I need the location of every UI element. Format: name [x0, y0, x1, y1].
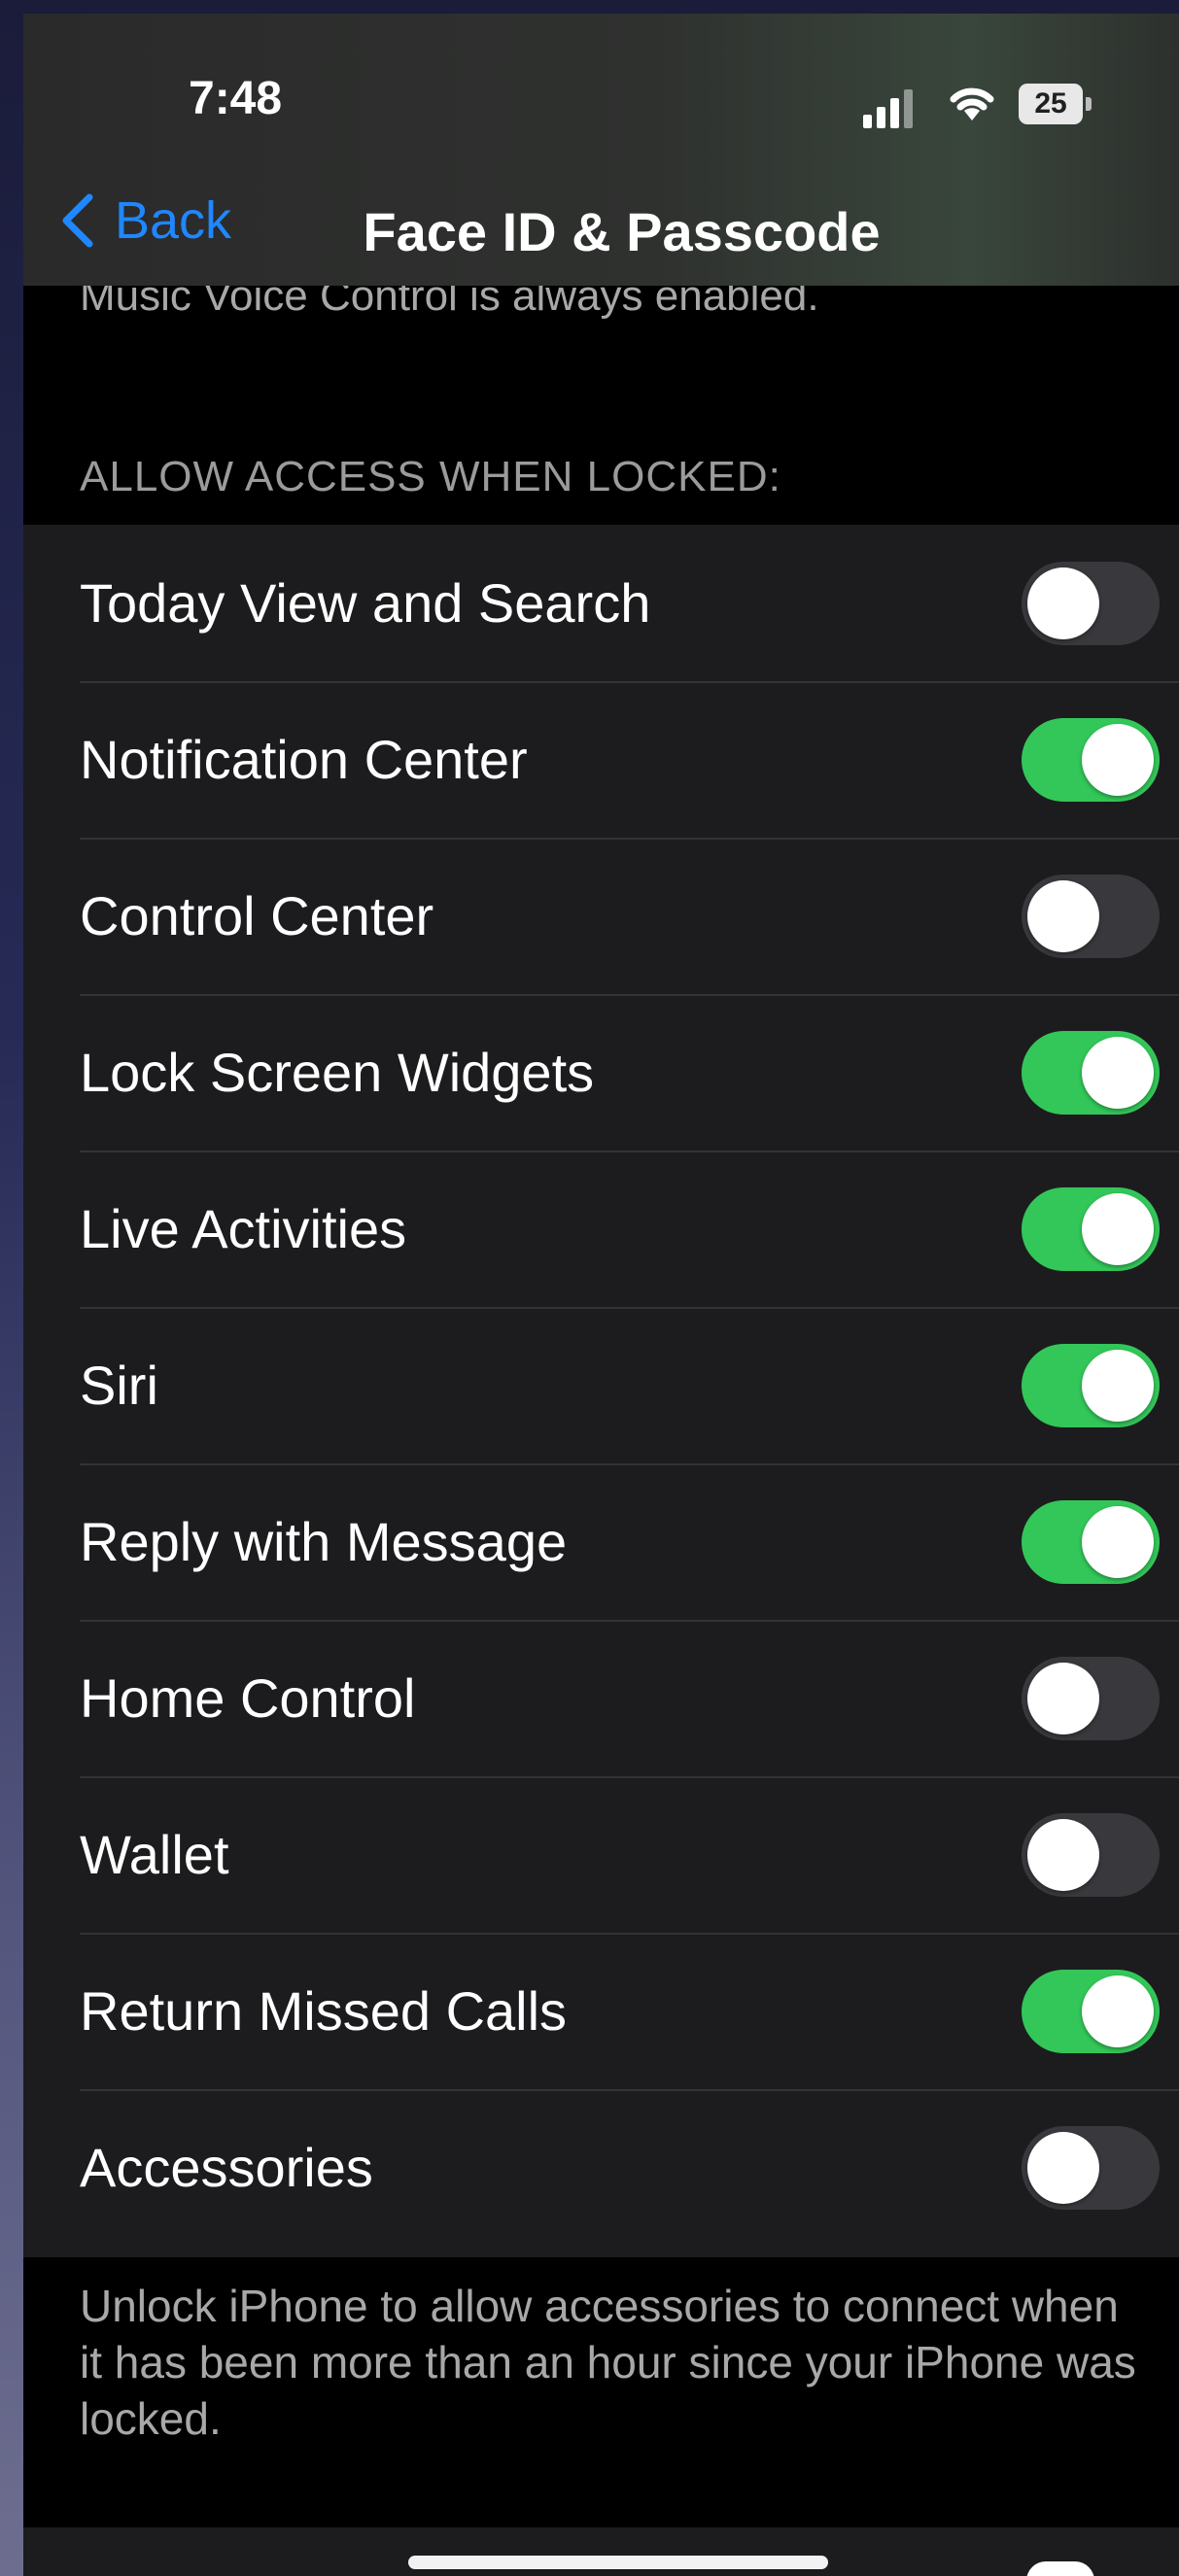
toggle-switch[interactable] — [1022, 1656, 1160, 1740]
settings-row: Control Center — [23, 838, 1179, 994]
toggle-knob — [1027, 1662, 1099, 1735]
toggle-knob — [1082, 1975, 1154, 2047]
home-indicator[interactable] — [408, 2556, 828, 2569]
settings-row-label: Live Activities — [80, 1198, 407, 1259]
toggle-switch[interactable] — [1022, 1969, 1160, 2053]
screen: 7:48 25 Back Face ID & Passcode Music Vo… — [23, 14, 1179, 2576]
toggle-knob — [1082, 1349, 1154, 1422]
battery-level: 25 — [1034, 87, 1067, 120]
navigation-bar: 7:48 25 Back Face ID & Passcode — [23, 14, 1179, 286]
settings-row: Today View and Search — [23, 525, 1179, 681]
settings-row: Accessories — [23, 2089, 1179, 2246]
settings-row-label: Wallet — [80, 1824, 229, 1885]
settings-row-label: Return Missed Calls — [80, 1980, 568, 2042]
status-time: 7:48 — [189, 73, 283, 124]
toggle-knob — [1082, 1192, 1154, 1265]
toggle-switch[interactable] — [1022, 561, 1160, 645]
settings-row: Wallet — [23, 1776, 1179, 1933]
battery-icon: 25 — [1019, 84, 1094, 126]
settings-row-label: Home Control — [80, 1667, 416, 1729]
toggle-knob — [1082, 1036, 1154, 1109]
settings-row-label: Reply with Message — [80, 1511, 568, 1572]
toggle-knob — [1082, 723, 1154, 796]
toggle-switch[interactable] — [1022, 1812, 1160, 1897]
settings-row: Home Control — [23, 1620, 1179, 1776]
settings-row-label: Accessories — [80, 2137, 373, 2198]
toggle-switch[interactable] — [1022, 2125, 1160, 2210]
accessories-footer-note: Unlock iPhone to allow accessories to co… — [80, 2281, 1136, 2444]
settings-row-label: Control Center — [80, 885, 434, 946]
toggle-switch[interactable] — [1022, 874, 1160, 958]
toggle-switch[interactable] — [1022, 717, 1160, 802]
settings-row-label: Lock Screen Widgets — [80, 1042, 595, 1103]
settings-row-label: Today View and Search — [80, 572, 651, 634]
toggle-knob — [1027, 567, 1099, 639]
settings-row: Live Activities — [23, 1151, 1179, 1307]
toggle-switch[interactable] — [1022, 1343, 1160, 1427]
toggle-knob — [1027, 879, 1099, 952]
toggle-switch[interactable] — [1022, 1499, 1160, 1584]
wifi-icon — [950, 87, 994, 120]
page-title: Face ID & Passcode — [363, 201, 881, 262]
section-header: ALLOW ACCESS WHEN LOCKED: — [80, 453, 781, 500]
settings-row: Return Missed Calls — [23, 1933, 1179, 2089]
settings-row: Reply with Message — [23, 1463, 1179, 1620]
partial-toggle-knob — [1026, 2561, 1094, 2576]
settings-row: Siri — [23, 1307, 1179, 1463]
toggle-knob — [1082, 1505, 1154, 1578]
settings-row-label: Siri — [80, 1355, 158, 1416]
toggle-knob — [1027, 1818, 1099, 1891]
settings-row: Notification Center — [23, 681, 1179, 838]
settings-row: Lock Screen Widgets — [23, 994, 1179, 1151]
signal-icon — [863, 89, 918, 128]
allow-access-list: Today View and Search Notification Center… — [23, 525, 1179, 2257]
toggle-knob — [1027, 2131, 1099, 2204]
toggle-switch[interactable] — [1022, 1030, 1160, 1115]
settings-row-label: Notification Center — [80, 729, 528, 790]
toggle-switch[interactable] — [1022, 1186, 1160, 1271]
